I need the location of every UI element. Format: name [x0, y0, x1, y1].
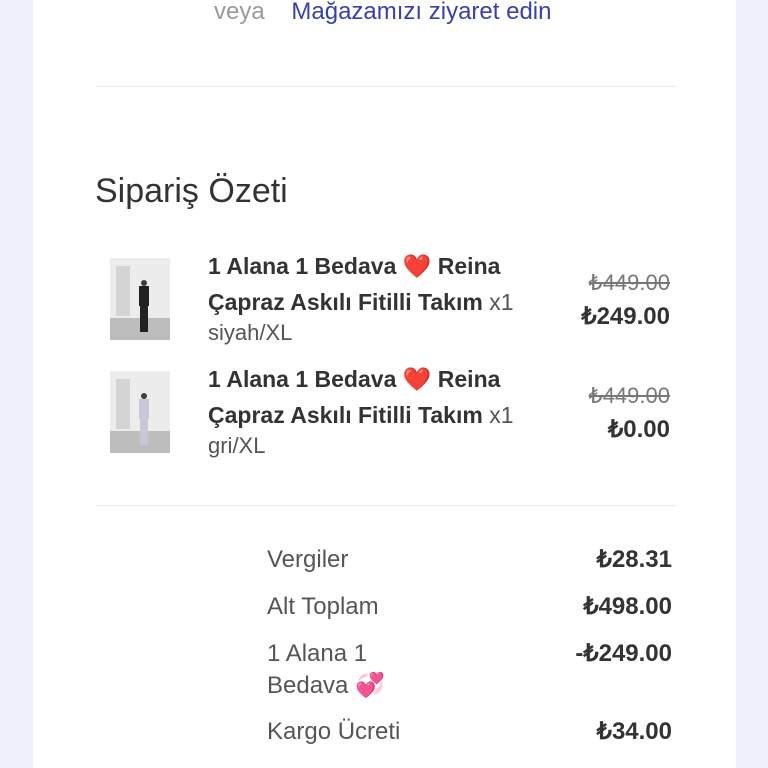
- order-summary-title: Sipariş Özeti: [95, 172, 288, 210]
- order-item: 1 Alana 1 Bedava ❤️ Reina Çapraz Askılı …: [0, 366, 768, 471]
- or-text: veya: [214, 0, 265, 25]
- product-name: 1 Alana 1 Bedava ❤️ Reina Çapraz Askılı …: [208, 253, 514, 315]
- original-price: ₺449.00: [588, 383, 670, 408]
- visit-store-link[interactable]: Mağazamızı ziyaret edin: [291, 0, 551, 25]
- divider: [95, 86, 677, 87]
- summary-value: ₺498.00: [583, 593, 672, 620]
- divider: [95, 505, 677, 506]
- product-price: ₺249.00: [581, 303, 670, 330]
- summary-label: Kargo Ücreti: [267, 718, 401, 745]
- product-variant: siyah/XL: [208, 320, 293, 345]
- summary-value: ₺28.31: [596, 546, 672, 573]
- product-variant: gri/XL: [208, 433, 266, 458]
- store-link-row: veya Mağazamızı ziyaret edin: [214, 0, 551, 26]
- product-quantity: x1: [489, 402, 514, 428]
- product-name: 1 Alana 1 Bedava ❤️ Reina Çapraz Askılı …: [208, 366, 514, 428]
- summary-value: -₺249.00: [575, 640, 672, 667]
- original-price: ₺449.00: [588, 270, 670, 295]
- heart-icon: ❤️: [402, 366, 432, 392]
- summary-label: 1 Alana 1 Bedava 💞: [267, 640, 385, 699]
- order-item: 1 Alana 1 Bedava ❤️ Reina Çapraz Askılı …: [0, 253, 768, 358]
- summary-label: Alt Toplam: [267, 593, 379, 620]
- summary-value: ₺34.00: [596, 718, 672, 745]
- product-thumbnail: [110, 258, 170, 340]
- product-thumbnail: [110, 371, 170, 453]
- product-quantity: x1: [489, 289, 514, 315]
- heart-icon: ❤️: [402, 253, 432, 279]
- product-price: ₺0.00: [608, 416, 670, 443]
- summary-label: Vergiler: [267, 546, 349, 573]
